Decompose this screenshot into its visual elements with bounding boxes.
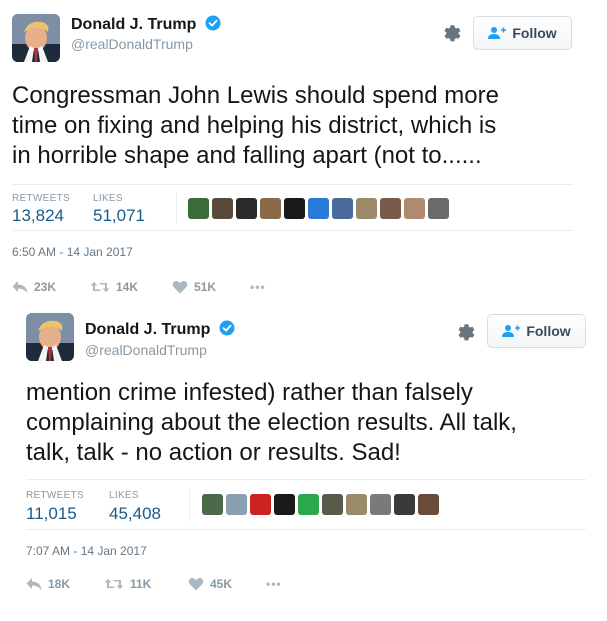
like-heart-icon bbox=[172, 281, 188, 294]
author-name-text[interactable]: Donald J. Trump bbox=[85, 321, 210, 338]
gear-icon[interactable] bbox=[455, 321, 477, 343]
liker-avatar[interactable] bbox=[322, 494, 343, 515]
liker-avatar[interactable] bbox=[298, 494, 319, 515]
tweet-timestamp[interactable]: 7:07 AM - 14 Jan 2017 bbox=[26, 544, 147, 558]
tweet-text-line: mention crime infested) rather than fals… bbox=[26, 379, 473, 406]
tweet-1: Donald J. Trump @realDonaldTrump Follow … bbox=[12, 13, 597, 303]
follow-button-label: Follow bbox=[526, 323, 571, 339]
liker-avatar[interactable] bbox=[202, 494, 223, 515]
tweet-actions: 18K 11K 45K ••• bbox=[26, 577, 282, 591]
liker-avatar[interactable] bbox=[332, 198, 353, 219]
more-button[interactable]: ••• bbox=[250, 280, 266, 294]
more-dots-icon: ••• bbox=[250, 280, 266, 294]
tweet-stats: RETWEETS 13,824 LIKES 51,071 bbox=[12, 184, 573, 231]
retweet-icon bbox=[90, 282, 110, 292]
liker-avatar[interactable] bbox=[260, 198, 281, 219]
likes-label: LIKES bbox=[109, 490, 139, 501]
liker-avatar[interactable] bbox=[428, 198, 449, 219]
verified-badge-icon bbox=[219, 320, 235, 341]
liker-avatar[interactable] bbox=[370, 494, 391, 515]
reply-icon bbox=[26, 578, 42, 590]
author-name[interactable]: Donald J. Trump bbox=[85, 320, 235, 341]
retweet-count: 11K bbox=[130, 577, 152, 591]
liker-avatar[interactable] bbox=[212, 198, 233, 219]
stats-divider bbox=[189, 488, 190, 522]
more-dots-icon: ••• bbox=[266, 577, 282, 591]
follow-button-label: Follow bbox=[512, 25, 557, 41]
author-handle[interactable]: @realDonaldTrump bbox=[71, 36, 193, 52]
liker-avatar[interactable] bbox=[380, 198, 401, 219]
tweet-text-line: Congressman John Lewis should spend more bbox=[12, 82, 499, 109]
tweet-text: Congressman John Lewis should spend more… bbox=[12, 81, 597, 172]
likes-label: LIKES bbox=[93, 193, 123, 204]
like-count: 51K bbox=[194, 280, 217, 294]
tweet-2: Donald J. Trump @realDonaldTrump Follow … bbox=[26, 313, 601, 613]
retweets-count[interactable]: 11,015 bbox=[26, 504, 77, 524]
follow-button[interactable]: Follow bbox=[487, 314, 586, 348]
liker-avatar[interactable] bbox=[284, 198, 305, 219]
liker-avatar[interactable] bbox=[250, 494, 271, 515]
tweet-timestamp[interactable]: 6:50 AM - 14 Jan 2017 bbox=[12, 245, 133, 259]
avatar-image bbox=[26, 313, 74, 361]
like-heart-icon bbox=[188, 578, 204, 591]
author-name[interactable]: Donald J. Trump bbox=[71, 15, 221, 36]
tweet-stats: RETWEETS 11,015 LIKES 45,408 bbox=[26, 479, 586, 530]
retweets-label: RETWEETS bbox=[12, 193, 70, 204]
follow-person-icon bbox=[488, 27, 507, 39]
stats-divider bbox=[176, 192, 177, 224]
follow-button[interactable]: Follow bbox=[473, 16, 572, 50]
liker-avatar[interactable] bbox=[308, 198, 329, 219]
like-count: 45K bbox=[210, 577, 233, 591]
retweet-icon bbox=[104, 579, 124, 589]
like-button[interactable]: 51K bbox=[172, 280, 250, 294]
likes-count[interactable]: 45,408 bbox=[109, 504, 161, 524]
follow-person-icon bbox=[502, 325, 521, 337]
liker-avatar[interactable] bbox=[356, 198, 377, 219]
retweets-label: RETWEETS bbox=[26, 490, 84, 501]
reply-button[interactable]: 23K bbox=[12, 280, 90, 294]
liker-avatar[interactable] bbox=[394, 494, 415, 515]
author-avatar[interactable] bbox=[12, 14, 60, 62]
likes-count[interactable]: 51,071 bbox=[93, 206, 145, 226]
tweet-text: mention crime infested) rather than fals… bbox=[26, 378, 601, 469]
retweets-count[interactable]: 13,824 bbox=[12, 206, 64, 226]
retweet-button[interactable]: 11K bbox=[104, 577, 188, 591]
tweet-text-line: time on fixing and helping his district,… bbox=[12, 112, 497, 140]
avatar-image bbox=[12, 14, 60, 62]
liker-avatars bbox=[202, 494, 439, 515]
author-handle[interactable]: @realDonaldTrump bbox=[85, 342, 207, 358]
retweet-button[interactable]: 14K bbox=[90, 280, 172, 294]
more-button[interactable]: ••• bbox=[266, 577, 282, 591]
tweet-text-line: complaining about the election results. … bbox=[26, 409, 517, 437]
like-button[interactable]: 45K bbox=[188, 577, 266, 591]
liker-avatar[interactable] bbox=[236, 198, 257, 219]
tweet-text-line: talk, talk - no action or results. Sad! bbox=[26, 439, 401, 467]
tweet-actions: 23K 14K 51K ••• bbox=[12, 280, 266, 294]
reply-count: 23K bbox=[34, 280, 57, 294]
verified-badge-icon bbox=[205, 15, 221, 36]
tweet-text-line: in horrible shape and falling apart (not… bbox=[12, 142, 482, 170]
author-name-text[interactable]: Donald J. Trump bbox=[71, 16, 196, 33]
liker-avatar[interactable] bbox=[226, 494, 247, 515]
liker-avatar[interactable] bbox=[346, 494, 367, 515]
liker-avatar[interactable] bbox=[418, 494, 439, 515]
liker-avatar[interactable] bbox=[188, 198, 209, 219]
retweet-count: 14K bbox=[116, 280, 139, 294]
liker-avatar[interactable] bbox=[274, 494, 295, 515]
author-avatar[interactable] bbox=[26, 313, 74, 361]
liker-avatars bbox=[188, 198, 449, 219]
gear-icon[interactable] bbox=[441, 22, 463, 44]
reply-icon bbox=[12, 281, 28, 293]
reply-button[interactable]: 18K bbox=[26, 577, 104, 591]
reply-count: 18K bbox=[48, 577, 71, 591]
liker-avatar[interactable] bbox=[404, 198, 425, 219]
